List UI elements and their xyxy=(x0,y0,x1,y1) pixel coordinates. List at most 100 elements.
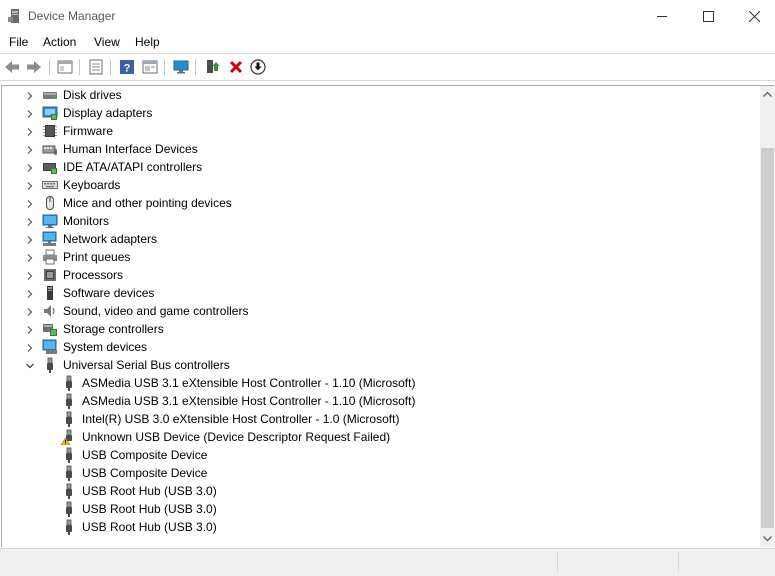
usb-icon xyxy=(61,519,77,535)
tree-category-row[interactable]: Human Interface Devices xyxy=(0,140,760,158)
chevron-right-icon[interactable] xyxy=(25,342,35,352)
device-tree[interactable]: Disk drives Display adapters Firmware Human… xyxy=(0,86,760,547)
svg-text:?: ? xyxy=(124,63,131,75)
tree-device-row[interactable]: Unknown USB Device (Device Descriptor Re… xyxy=(0,428,760,446)
mouse-icon xyxy=(42,195,58,211)
menu-help[interactable]: Help xyxy=(135,35,160,49)
tree-item-label: Firmware xyxy=(63,124,113,138)
status-bar xyxy=(0,548,775,576)
chevron-right-icon[interactable] xyxy=(25,180,35,190)
chevron-right-icon[interactable] xyxy=(25,198,35,208)
tree-category-row[interactable]: Sound, video and game controllers xyxy=(0,302,760,320)
usb-icon xyxy=(61,411,77,427)
chevron-right-icon[interactable] xyxy=(25,288,35,298)
tree-device-row[interactable]: Intel(R) USB 3.0 eXtensible Host Control… xyxy=(0,410,760,428)
uninstall-button[interactable] xyxy=(226,57,246,77)
disk-drive-icon xyxy=(42,87,58,103)
download-button[interactable] xyxy=(248,57,268,77)
chevron-right-icon[interactable] xyxy=(25,216,35,226)
chevron-up-icon xyxy=(763,91,772,97)
help-icon: ? xyxy=(120,60,134,75)
tree-category-row[interactable]: Mice and other pointing devices xyxy=(0,194,760,212)
ide-controller-icon xyxy=(42,159,58,175)
details-icon xyxy=(89,59,103,75)
tree-item-label: USB Root Hub (USB 3.0) xyxy=(82,520,217,534)
minimize-icon xyxy=(657,16,667,17)
tree-category-row[interactable]: Software devices xyxy=(0,284,760,302)
tree-category-row[interactable]: Network adapters xyxy=(0,230,760,248)
chevron-right-icon[interactable] xyxy=(25,90,35,100)
chevron-right-icon[interactable] xyxy=(25,252,35,262)
chevron-right-icon[interactable] xyxy=(25,126,35,136)
chevron-right-icon[interactable] xyxy=(25,144,35,154)
tree-category-row[interactable]: Universal Serial Bus controllers xyxy=(0,356,760,374)
chevron-down-icon[interactable] xyxy=(25,360,35,370)
details-button[interactable] xyxy=(86,57,106,77)
tree-category-row[interactable]: Monitors xyxy=(0,212,760,230)
tree-device-row[interactable]: USB Root Hub (USB 3.0) xyxy=(0,482,760,500)
scan-changes-icon xyxy=(173,60,189,74)
menu-action[interactable]: Action xyxy=(43,35,76,49)
close-button[interactable] xyxy=(731,0,775,32)
chevron-down-icon xyxy=(763,536,772,542)
tree-item-label: Monitors xyxy=(63,214,110,228)
minimize-button[interactable] xyxy=(639,0,685,32)
maximize-icon xyxy=(703,11,714,22)
chevron-right-icon[interactable] xyxy=(25,108,35,118)
storage-controller-icon xyxy=(42,321,58,337)
keyboard-icon xyxy=(42,177,58,193)
tree-device-row[interactable]: USB Root Hub (USB 3.0) xyxy=(0,518,760,536)
toolbar-separator xyxy=(195,59,196,75)
tree-item-label: USB Root Hub (USB 3.0) xyxy=(82,502,217,516)
toolbar-separator xyxy=(164,59,165,75)
tree-category-row[interactable]: Storage controllers xyxy=(0,320,760,338)
tree-device-row[interactable]: USB Root Hub (USB 3.0) xyxy=(0,500,760,518)
show-hidden-button[interactable] xyxy=(140,57,160,77)
forward-button[interactable] xyxy=(24,57,44,77)
hid-icon xyxy=(42,141,58,157)
tree-device-row[interactable]: ASMedia USB 3.1 eXtensible Host Controll… xyxy=(0,374,760,392)
tree-item-label: ASMedia USB 3.1 eXtensible Host Controll… xyxy=(82,394,416,408)
chevron-right-icon[interactable] xyxy=(25,234,35,244)
usb-icon xyxy=(42,357,58,373)
tree-category-row[interactable]: Firmware xyxy=(0,122,760,140)
toolbar-separator xyxy=(49,59,50,75)
chevron-right-icon[interactable] xyxy=(25,324,35,334)
tree-item-label: IDE ATA/ATAPI controllers xyxy=(63,160,203,174)
scroll-up-button[interactable] xyxy=(760,86,775,103)
update-driver-icon xyxy=(207,60,220,73)
menu-view[interactable]: View xyxy=(94,35,120,49)
update-driver-button[interactable] xyxy=(202,57,222,77)
help-button[interactable]: ? xyxy=(117,57,137,77)
properties-pane-icon xyxy=(57,60,73,74)
tree-category-row[interactable]: IDE ATA/ATAPI controllers xyxy=(0,158,760,176)
scan-changes-button[interactable] xyxy=(171,57,191,77)
back-button[interactable] xyxy=(2,57,22,77)
chevron-right-icon[interactable] xyxy=(25,306,35,316)
tree-category-row[interactable]: Print queues xyxy=(0,248,760,266)
vertical-scrollbar[interactable] xyxy=(760,86,775,547)
tree-category-row[interactable]: Display adapters xyxy=(0,104,760,122)
title-bar[interactable]: Device Manager xyxy=(0,0,775,32)
maximize-button[interactable] xyxy=(685,0,731,32)
tree-item-label: Network adapters xyxy=(63,232,158,246)
scroll-thumb[interactable] xyxy=(761,148,774,528)
tree-category-row[interactable]: Disk drives xyxy=(0,86,760,104)
tree-item-label: Software devices xyxy=(63,286,155,300)
tree-category-row[interactable]: Keyboards xyxy=(0,176,760,194)
toolbar: ? xyxy=(0,54,775,80)
properties-pane-button[interactable] xyxy=(55,57,75,77)
tree-item-label: USB Composite Device xyxy=(82,466,208,480)
menu-file[interactable]: File xyxy=(9,35,28,49)
scroll-down-button[interactable] xyxy=(760,530,775,547)
tree-device-row[interactable]: USB Composite Device xyxy=(0,446,760,464)
tree-category-row[interactable]: Processors xyxy=(0,266,760,284)
tree-item-label: Disk drives xyxy=(63,88,122,102)
chevron-right-icon[interactable] xyxy=(25,162,35,172)
tree-category-row[interactable]: System devices xyxy=(0,338,760,356)
usb-warning-icon xyxy=(60,429,77,446)
chevron-right-icon[interactable] xyxy=(25,270,35,280)
printer-icon xyxy=(42,249,58,265)
tree-device-row[interactable]: USB Composite Device xyxy=(0,464,760,482)
tree-device-row[interactable]: ASMedia USB 3.1 eXtensible Host Controll… xyxy=(0,392,760,410)
